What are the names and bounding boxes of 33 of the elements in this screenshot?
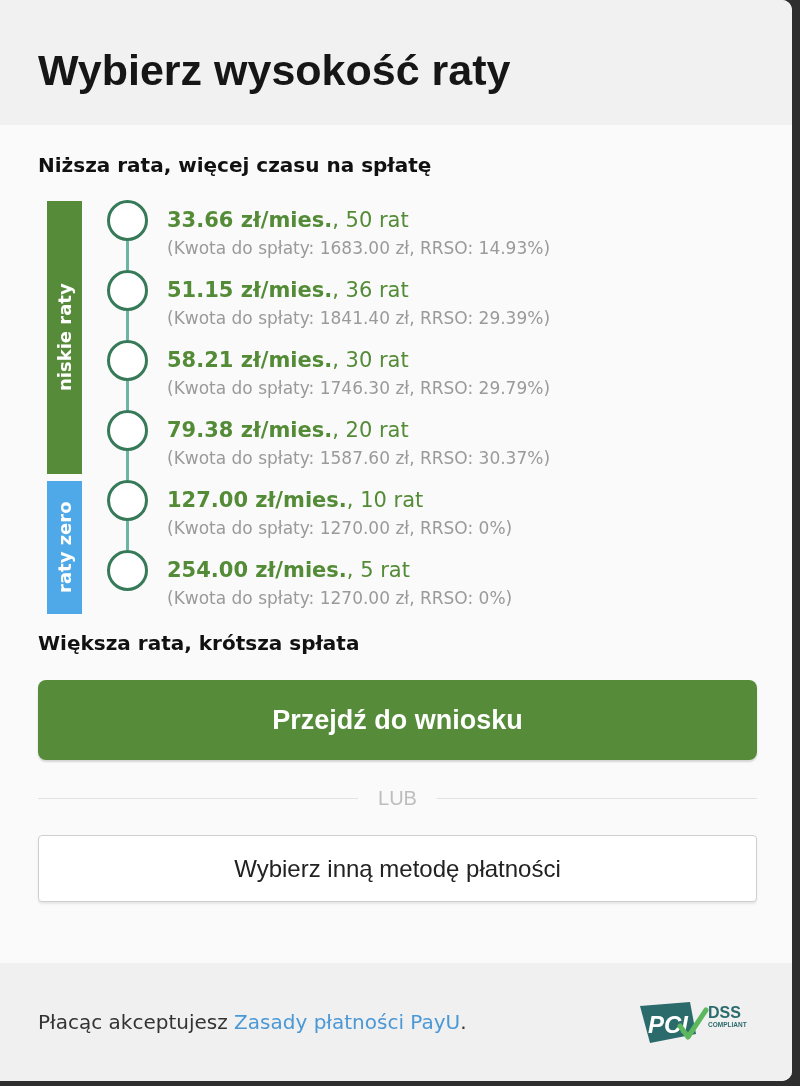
connector-line [126,241,129,270]
connector-line [126,451,129,480]
details-text: (Kwota do spłaty: 1270.00 zł, RRSO: 0%) [167,587,513,609]
caption-text: Niższa rata, więcej czasu na spłatę [38,153,433,177]
terms-link[interactable]: Zasady płatności PayU [234,1010,461,1034]
connector-line [126,311,129,340]
terms-text: Płacąc akceptujesz Zasady płatności PayU. [38,1010,467,1034]
rate-text: 58.21 zł/mies., 30 rat [167,347,410,373]
rate-text: 127.00 zł/mies., 10 rat [167,487,425,513]
radio-button[interactable] [107,270,148,311]
other-method-button[interactable]: Wybierz inną metodę płatności [38,835,757,902]
radio-button[interactable] [107,410,148,451]
group-label: niskie raty [47,201,82,474]
radio-button[interactable] [107,200,148,241]
group-label: raty zero [47,481,82,614]
rate-text: 254.00 zł/mies., 5 rat [167,557,411,583]
separator-text: LUB [377,786,418,810]
details-text: (Kwota do spłaty: 1587.60 zł, RRSO: 30.37%) [167,447,551,469]
dialog-title: Wybierz wysokość raty [38,44,511,95]
details-text: (Kwota do spłaty: 1683.00 zł, RRSO: 14.93%) [167,237,551,259]
details-text: (Kwota do spłaty: 1746.30 zł, RRSO: 29.79%) [167,377,551,399]
details-text: (Kwota do spłaty: 1841.40 zł, RRSO: 29.39%) [167,307,551,329]
rate-text: 79.38 zł/mies., 20 rat [167,417,410,443]
radio-button[interactable] [107,550,148,591]
radio-button[interactable] [107,480,148,521]
radio-button[interactable] [107,340,148,381]
rate-text: 51.15 zł/mies., 36 rat [167,277,410,303]
connector-line [126,381,129,410]
rate-text: 33.66 zł/mies., 50 rat [167,207,410,233]
caption-text: Większa rata, krótsza spłata [38,631,361,655]
proceed-button[interactable]: Przejdź do wniosku [38,680,757,760]
connector-line [126,521,129,550]
details-text: (Kwota do spłaty: 1270.00 zł, RRSO: 0%) [167,517,513,539]
